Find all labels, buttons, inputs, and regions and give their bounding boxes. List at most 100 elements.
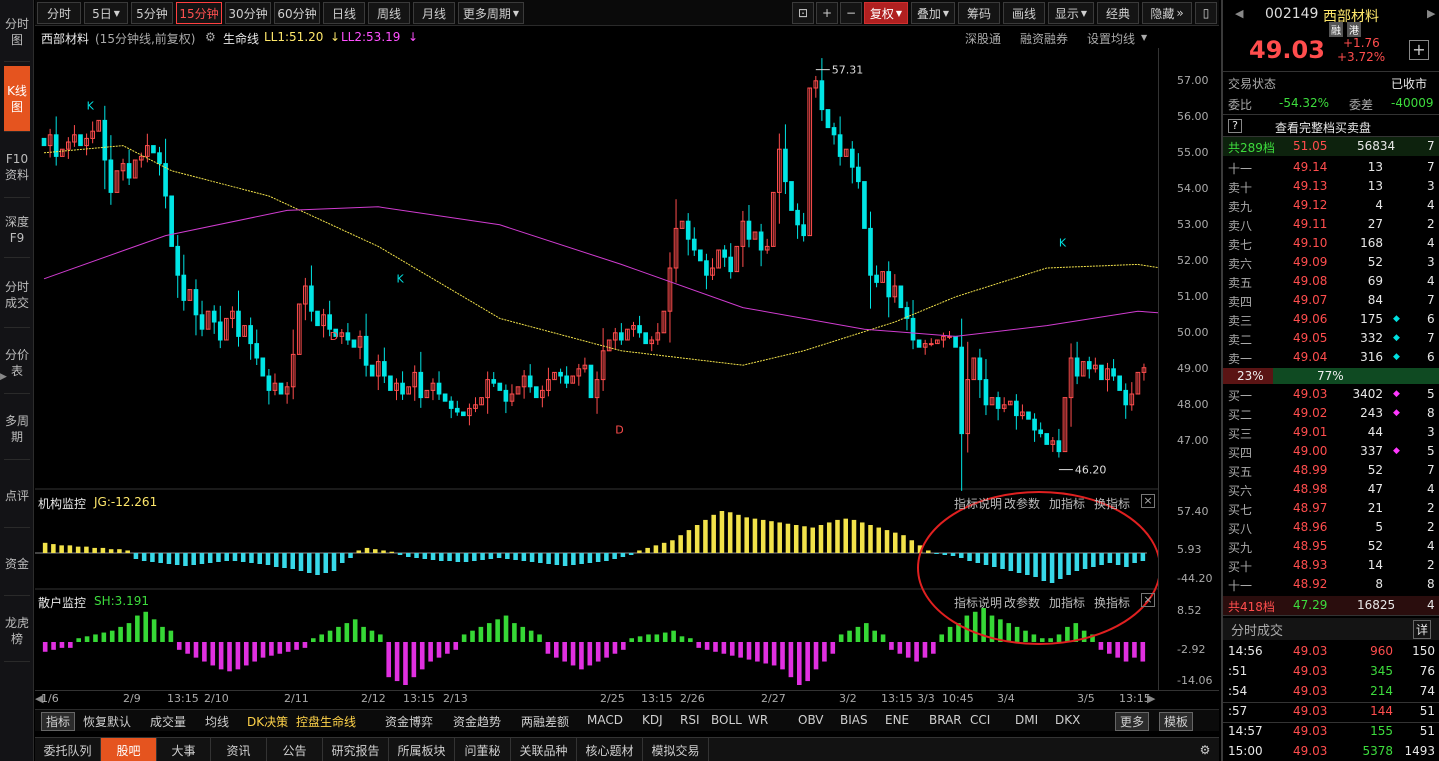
indicator-2[interactable]: 成交量	[150, 713, 186, 730]
bottom-tab-2[interactable]: 大事	[157, 738, 211, 761]
indicator-20[interactable]: DKX	[1055, 713, 1080, 727]
indicator-13[interactable]: WR	[748, 713, 768, 727]
close-icon[interactable]: ×	[1141, 593, 1155, 607]
bottom-tab-6[interactable]: 所属板块	[389, 738, 455, 761]
help-icon[interactable]: ?	[1228, 119, 1242, 133]
candle-body	[175, 245, 181, 276]
arrow-left-icon[interactable]: ◀	[1235, 7, 1243, 20]
zoom-out-icon[interactable]: −	[840, 2, 862, 24]
period-5min[interactable]: 5分钟	[131, 2, 173, 24]
bottom-tab-3[interactable]: 资讯	[211, 738, 267, 761]
indicator-4[interactable]: DK决策	[247, 713, 288, 730]
period-day[interactable]: 日线	[323, 2, 365, 24]
period-week[interactable]: 周线	[368, 2, 410, 24]
arrow-right-icon[interactable]: ▶	[1427, 7, 1435, 20]
indicator-8[interactable]: 两融差额	[521, 713, 569, 730]
link-ma-settings[interactable]: 设置均线	[1087, 30, 1135, 47]
indicator-19[interactable]: DMI	[1015, 713, 1038, 727]
nav-item-3[interactable]: 深度F9	[4, 202, 30, 258]
panel-sh-help[interactable]: 指标说明	[954, 594, 1002, 611]
nav-item-5[interactable]: 分价表	[4, 332, 30, 394]
lock-icon[interactable]: ⊡	[792, 2, 814, 24]
collapse-arrow-icon[interactable]: ▶	[0, 372, 7, 386]
bottom-tab-1[interactable]: 股吧	[101, 738, 157, 761]
settings-icon[interactable]: ⚙	[1193, 738, 1217, 761]
panel-jg-switch[interactable]: 换指标	[1094, 495, 1130, 512]
indicator-5[interactable]: 控盘生命线	[296, 713, 356, 730]
period-fenshi[interactable]: 分时	[37, 2, 81, 24]
indicator-21[interactable]: 更多	[1115, 712, 1150, 731]
nav-item-6[interactable]: 多周期	[4, 398, 30, 460]
panel-sh-switch[interactable]: 换指标	[1094, 594, 1130, 611]
buy-total-vol: 16825	[1357, 598, 1396, 612]
nav-item-7[interactable]: 点评	[4, 464, 30, 528]
indicator-0[interactable]: 指标	[41, 712, 76, 731]
bottom-tab-8[interactable]: 关联品种	[511, 738, 577, 761]
bids-row: 买四 49.00 337 ◆ 5	[1223, 442, 1439, 461]
nav-item-1[interactable]: K线图	[4, 66, 30, 132]
signal-marker: K	[1059, 236, 1067, 249]
nav-item-9[interactable]: 龙虎榜	[4, 600, 30, 662]
indicator-17[interactable]: BRAR	[929, 713, 962, 727]
fuquan-button[interactable]: 复权 ▼	[864, 2, 908, 24]
add-watchlist-icon[interactable]: +	[1409, 40, 1429, 60]
time-tick: 3/4	[997, 692, 1015, 705]
bottom-tabs: 委托队列 股吧 大事 资讯 公告 研究报告 所属板块 问董秘 关联品种 核心题材 模拟交易 ⚙	[35, 737, 1219, 761]
panel-jg-help[interactable]: 指标说明	[954, 495, 1002, 512]
indicator-12[interactable]: BOLL	[711, 713, 742, 727]
panel-sh-params[interactable]: 改参数	[1004, 594, 1040, 611]
indicator-6[interactable]: 资金博弈	[385, 713, 433, 730]
tick-vol: 144	[1370, 704, 1393, 718]
period-60min[interactable]: 60分钟	[274, 2, 320, 24]
ratio-bar: 23% 77%	[1223, 368, 1439, 384]
hide-button[interactable]: 隐藏»	[1142, 2, 1192, 24]
period-month[interactable]: 月线	[413, 2, 455, 24]
nav-item-8[interactable]: 资金	[4, 532, 30, 596]
bottom-tab-0[interactable]: 委托队列	[35, 738, 101, 761]
draw-button[interactable]: 画线	[1003, 2, 1045, 24]
indicator-7[interactable]: 资金趋势	[453, 713, 501, 730]
indicator-10[interactable]: KDJ	[642, 713, 663, 727]
settings-icon[interactable]: ⚙	[205, 30, 216, 44]
classic-button[interactable]: 经典	[1097, 2, 1139, 24]
close-icon[interactable]: ×	[1141, 494, 1155, 508]
bids-vol: 8	[1375, 577, 1383, 591]
panel-sh-add[interactable]: 加指标	[1049, 594, 1085, 611]
candle-body	[874, 274, 879, 283]
panel-jg-params[interactable]: 改参数	[1004, 495, 1040, 512]
bottom-tab-9[interactable]: 核心题材	[577, 738, 643, 761]
indicator-22[interactable]: 模板	[1159, 712, 1194, 731]
expand-icon[interactable]: ▯	[1195, 2, 1217, 24]
bottom-tab-5[interactable]: 研究报告	[323, 738, 389, 761]
indicator-9[interactable]: MACD	[587, 713, 623, 727]
indicator-18[interactable]: CCI	[970, 713, 990, 727]
bids-level: 买三	[1228, 427, 1253, 441]
nav-item-2[interactable]: F10资料	[4, 136, 30, 198]
indicator-1[interactable]: 恢复默认	[83, 713, 131, 730]
bottom-tab-10[interactable]: 模拟交易	[643, 738, 709, 761]
bottom-tab-4[interactable]: 公告	[267, 738, 323, 761]
zoom-in-icon[interactable]: +	[816, 2, 838, 24]
indicator-16[interactable]: ENE	[885, 713, 909, 727]
candle-body	[388, 375, 393, 391]
panel-sh-header: 散户监控 SH:3.191 指标说明 改参数 加指标 换指标 ×	[35, 592, 1155, 610]
indicator-14[interactable]: OBV	[798, 713, 824, 727]
period-30min[interactable]: 30分钟	[225, 2, 271, 24]
ticks-detail-button[interactable]: 详	[1413, 620, 1432, 639]
period-more[interactable]: 更多周期 ▼	[458, 2, 524, 24]
indicator-15[interactable]: BIAS	[840, 713, 868, 727]
indicator-11[interactable]: RSI	[680, 713, 700, 727]
bottom-tab-7[interactable]: 问董秘	[455, 738, 511, 761]
period-15min[interactable]: 15分钟	[176, 2, 222, 24]
nav-item-0[interactable]: 分时图	[4, 2, 30, 62]
period-5day[interactable]: 5日 ▼	[84, 2, 128, 24]
nav-item-4[interactable]: 分时成交	[4, 262, 30, 328]
chips-button[interactable]: 筹码	[958, 2, 1000, 24]
link-sgt[interactable]: 深股通	[965, 30, 1001, 47]
indicator-3[interactable]: 均线	[205, 713, 229, 730]
link-rzrq[interactable]: 融资融券	[1020, 30, 1068, 47]
display-button[interactable]: 显示 ▼	[1048, 2, 1094, 24]
overlay-button[interactable]: 叠加 ▼	[911, 2, 955, 24]
panel-jg-add[interactable]: 加指标	[1049, 495, 1085, 512]
full-depth-link[interactable]: 查看完整档买卖盘	[1275, 119, 1371, 136]
